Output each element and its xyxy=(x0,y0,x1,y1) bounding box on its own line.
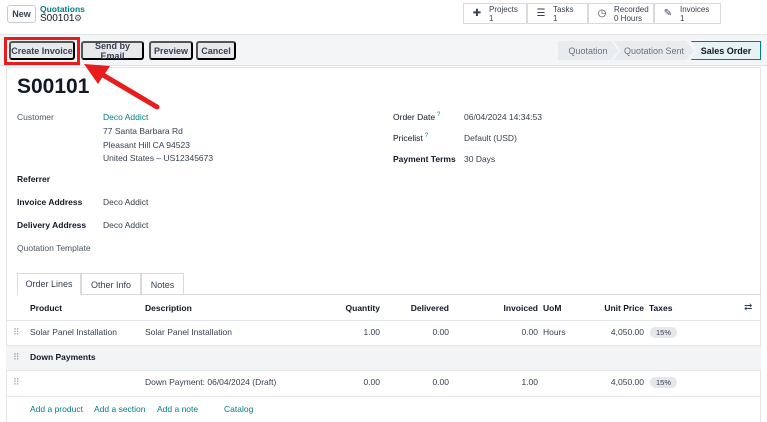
page-title: S00101 xyxy=(17,75,90,98)
order-date-label-text: Order Date xyxy=(393,112,436,122)
tax-badge[interactable]: 15% xyxy=(650,377,678,388)
order-date-label: Order Date? xyxy=(393,112,440,122)
help-icon[interactable]: ? xyxy=(437,112,440,118)
tax-badge[interactable]: 15% xyxy=(650,327,678,338)
drag-handle-icon[interactable]: ⠿ xyxy=(13,352,20,363)
section-title[interactable]: Down Payments xyxy=(30,352,96,362)
description-cell[interactable]: Down Payment: 06/04/2024 (Draft) xyxy=(145,377,276,387)
delivered-cell[interactable]: 0.00 xyxy=(399,327,449,337)
pricelist-label: Pricelist? xyxy=(393,133,428,143)
customer-address-line: United States – US12345673 xyxy=(103,153,214,163)
add-section-link[interactable]: Add a section xyxy=(94,404,146,414)
invoice-address-label: Invoice Address xyxy=(17,197,83,207)
row-divider xyxy=(6,396,761,397)
delivery-address-label: Delivery Address xyxy=(17,220,87,230)
smart-value: 1 xyxy=(680,13,685,23)
smart-value: 1 xyxy=(489,13,494,23)
col-invoiced[interactable]: Invoiced xyxy=(488,303,538,313)
quantity-cell[interactable]: 0.00 xyxy=(330,377,380,387)
col-taxes[interactable]: Taxes xyxy=(649,303,672,313)
add-product-link[interactable]: Add a product xyxy=(30,404,83,414)
smart-value: 0 Hours xyxy=(614,13,643,23)
new-button[interactable]: New xyxy=(7,5,36,23)
col-quantity[interactable]: Quantity xyxy=(330,303,380,313)
col-delivered[interactable]: Delivered xyxy=(399,303,449,313)
delivered-cell[interactable]: 0.00 xyxy=(399,377,449,387)
col-product[interactable]: Product xyxy=(30,303,62,313)
unit-price-cell[interactable]: 4,050.00 xyxy=(594,327,644,337)
customer-label: Customer xyxy=(17,112,54,122)
tab-other-info[interactable]: Other Info xyxy=(81,273,141,295)
invoice-icon: ✎ xyxy=(663,8,673,19)
smart-value: 1 xyxy=(553,13,558,23)
smart-label: Projects xyxy=(489,4,518,14)
clock-icon: ◷ xyxy=(597,8,607,19)
breadcrumb-record-name: S00101 xyxy=(40,13,75,24)
description-cell[interactable]: Solar Panel Installation xyxy=(145,327,232,337)
drag-handle-icon[interactable]: ⠿ xyxy=(13,327,20,338)
send-by-email-button[interactable]: Send by Email xyxy=(81,41,144,61)
column-settings-icon[interactable]: ⇄ xyxy=(744,302,752,313)
tasks-icon: ☰ xyxy=(536,8,546,19)
order-date-field[interactable]: 06/04/2024 14:34:53 xyxy=(464,112,542,122)
payment-terms-field[interactable]: 30 Days xyxy=(464,154,495,164)
smart-button-projects[interactable]: ✚ Projects 1 xyxy=(463,3,527,24)
cancel-button[interactable]: Cancel xyxy=(196,41,236,60)
section-row xyxy=(6,346,761,370)
invoice-address-field[interactable]: Deco Addict xyxy=(103,197,148,207)
status-step-quotation-sent[interactable]: Quotation Sent xyxy=(614,41,694,60)
customer-address-line: 77 Santa Barbara Rd xyxy=(103,126,183,136)
unit-price-cell[interactable]: 4,050.00 xyxy=(594,377,644,387)
smart-label: Recorded xyxy=(614,4,649,14)
customer-link[interactable]: Deco Addict xyxy=(103,112,148,122)
invoiced-cell: 1.00 xyxy=(521,377,538,387)
pricelist-field[interactable]: Default (USD) xyxy=(464,133,517,143)
status-step-quotation[interactable]: Quotation xyxy=(558,41,618,60)
quotation-template-label: Quotation Template xyxy=(17,243,91,253)
smart-label: Tasks xyxy=(553,4,574,14)
drag-handle-icon[interactable]: ⠿ xyxy=(13,377,20,388)
status-step-sales-order[interactable]: Sales Order xyxy=(691,41,761,60)
product-link[interactable]: Solar Panel Installation xyxy=(30,327,117,337)
puzzle-icon: ✚ xyxy=(472,8,482,19)
customer-address-line: Pleasant Hill CA 94523 xyxy=(103,140,190,150)
col-description[interactable]: Description xyxy=(145,303,192,313)
gear-icon[interactable]: ⚙ xyxy=(74,13,82,24)
row-divider xyxy=(6,320,761,321)
invoiced-cell: 0.00 xyxy=(521,327,538,337)
col-uom[interactable]: UoM xyxy=(543,303,561,313)
payment-terms-label: Payment Terms xyxy=(393,154,456,164)
pricelist-label-text: Pricelist xyxy=(393,133,423,143)
action-bar: Create Invoice Send by Email Preview Can… xyxy=(0,34,767,66)
catalog-link[interactable]: Catalog xyxy=(224,404,253,414)
smart-button-invoices[interactable]: ✎ Invoices 1 xyxy=(654,3,721,24)
tab-notes[interactable]: Notes xyxy=(141,273,184,295)
delivery-address-field[interactable]: Deco Addict xyxy=(103,220,148,230)
quantity-cell[interactable]: 1.00 xyxy=(330,327,380,337)
referrer-label: Referrer xyxy=(17,174,51,184)
help-icon[interactable]: ? xyxy=(425,133,428,139)
smart-label: Invoices xyxy=(680,4,710,14)
uom-cell[interactable]: Hours xyxy=(543,327,566,337)
smart-button-tasks[interactable]: ☰ Tasks 1 xyxy=(527,3,588,24)
control-panel: New Quotations S00101 ⚙ ✚ Projects 1 ☰ Ta… xyxy=(0,0,767,34)
col-unit-price[interactable]: Unit Price xyxy=(594,303,644,313)
highlight-box xyxy=(4,37,80,65)
row-divider xyxy=(6,370,761,371)
preview-button[interactable]: Preview xyxy=(149,41,193,60)
smart-button-recorded[interactable]: ◷ Recorded 0 Hours xyxy=(588,3,654,24)
add-note-link[interactable]: Add a note xyxy=(157,404,198,414)
tab-order-lines[interactable]: Order Lines xyxy=(17,273,81,295)
